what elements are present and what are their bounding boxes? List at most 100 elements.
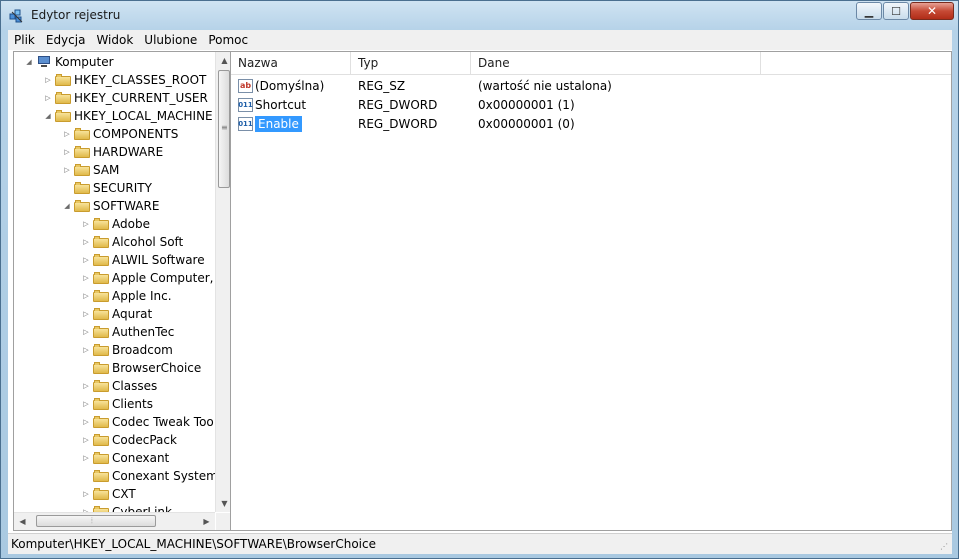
scroll-right-arrow-icon[interactable]: ▶ — [198, 513, 215, 530]
tree-item[interactable]: ◢ SOFTWARE — [62, 197, 159, 215]
tree-item[interactable]: Conexant Systems — [81, 467, 215, 485]
collapsed-arrow-icon[interactable]: ▷ — [81, 395, 91, 413]
tree-item[interactable]: ▷ Apple Computer, I — [81, 269, 215, 287]
collapsed-arrow-icon[interactable]: ▷ — [43, 71, 53, 89]
menu-help[interactable]: Pomoc — [202, 33, 253, 47]
values-list-pane[interactable]: Nazwa Typ Dane ab (Domyślna) REG_SZ (wartoś… — [230, 51, 952, 531]
collapsed-arrow-icon[interactable]: ▷ — [62, 143, 72, 161]
collapsed-arrow-icon[interactable]: ▷ — [62, 125, 72, 143]
tree-line — [62, 179, 72, 197]
tree-item[interactable]: ▷ Apple Inc. — [81, 287, 171, 305]
scroll-grip-icon: ⦙ — [91, 516, 93, 525]
computer-icon — [36, 55, 52, 69]
value-name-cell[interactable]: ab (Domyślna) — [238, 76, 324, 95]
menu-favorites[interactable]: Ulubione — [138, 33, 202, 47]
collapsed-arrow-icon[interactable]: ▷ — [81, 233, 91, 251]
collapsed-arrow-icon[interactable]: ▷ — [62, 161, 72, 179]
collapsed-arrow-icon[interactable]: ▷ — [81, 503, 91, 512]
folder-icon — [55, 92, 71, 104]
key-tree-pane[interactable]: ◢ Komputer ▷ HKEY_CLASSES_ROOT ▷ HKEY_CURRENT… — [13, 51, 234, 531]
collapsed-arrow-icon[interactable]: ▷ — [81, 377, 91, 395]
column-header-data[interactable]: Dane — [471, 52, 761, 74]
collapsed-arrow-icon[interactable]: ▷ — [81, 287, 91, 305]
tree-item[interactable]: ▷ CyberLink — [81, 503, 172, 512]
collapsed-arrow-icon[interactable]: ▷ — [81, 305, 91, 323]
value-name-cell[interactable]: 011 Enable — [238, 114, 302, 133]
menu-file[interactable]: Plik — [8, 33, 40, 47]
title-bar[interactable]: Edytor rejestru ▁ ☐ ✕ — [1, 1, 958, 31]
tree-item-label: Clients — [112, 397, 153, 411]
collapsed-arrow-icon[interactable]: ▷ — [81, 413, 91, 431]
expanded-arrow-icon[interactable]: ◢ — [24, 53, 34, 71]
tree-item[interactable]: ▷ SAM — [62, 161, 119, 179]
value-row[interactable]: 011 Shortcut REG_DWORD 0x00000001 (1) — [231, 95, 951, 114]
collapsed-arrow-icon[interactable]: ▷ — [81, 431, 91, 449]
tree-item-label: Adobe — [112, 217, 150, 231]
tree-horizontal-scrollbar[interactable]: ◀ ⦙ ▶ — [14, 512, 215, 530]
expanded-arrow-icon[interactable]: ◢ — [43, 107, 53, 125]
folder-icon — [93, 254, 109, 266]
tree-item-label: SOFTWARE — [93, 199, 160, 213]
collapsed-arrow-icon[interactable]: ▷ — [81, 485, 91, 503]
menu-edit[interactable]: Edycja — [40, 33, 91, 47]
tree-item[interactable]: ▷ HKEY_CLASSES_ROOT — [43, 71, 206, 89]
collapsed-arrow-icon[interactable]: ▷ — [81, 341, 91, 359]
folder-icon — [93, 272, 109, 284]
tree-item[interactable]: ▷ AuthenTec — [81, 323, 174, 341]
tree-item-label: Conexant — [112, 451, 170, 465]
collapsed-arrow-icon[interactable]: ▷ — [81, 269, 91, 287]
tree-item[interactable]: ◢ HKEY_LOCAL_MACHINE — [43, 107, 213, 125]
client-area: ◢ Komputer ▷ HKEY_CLASSES_ROOT ▷ HKEY_CURRENT… — [8, 50, 952, 533]
collapsed-arrow-icon[interactable]: ▷ — [43, 89, 53, 107]
menu-view[interactable]: Widok — [90, 33, 138, 47]
tree-item-label: HKEY_LOCAL_MACHINE — [74, 109, 213, 123]
tree-item[interactable]: SECURITY — [62, 179, 152, 197]
maximize-button[interactable]: ☐ — [883, 2, 909, 20]
collapsed-arrow-icon[interactable]: ▷ — [81, 449, 91, 467]
tree-item[interactable]: ▷ Aqurat — [81, 305, 152, 323]
scroll-left-arrow-icon[interactable]: ◀ — [14, 513, 31, 530]
column-header-name[interactable]: Nazwa — [231, 52, 351, 74]
resize-grip-icon[interactable]: ⋰ — [940, 542, 950, 552]
tree-item[interactable]: ▷ CodecPack — [81, 431, 177, 449]
tree-item[interactable]: ▷ HKEY_CURRENT_USER — [43, 89, 208, 107]
tree-item-label: BrowserChoice — [112, 361, 202, 375]
collapsed-arrow-icon[interactable]: ▷ — [81, 323, 91, 341]
tree-item[interactable]: ▷ Adobe — [81, 215, 150, 233]
value-name: Shortcut — [255, 97, 307, 112]
value-row[interactable]: 011 Enable REG_DWORD 0x00000001 (0) — [231, 114, 951, 133]
value-data-cell: 0x00000001 (1) — [478, 97, 575, 112]
value-name-cell[interactable]: 011 Shortcut — [238, 95, 306, 114]
tree-item[interactable]: ▷ Clients — [81, 395, 153, 413]
value-row[interactable]: ab (Domyślna) REG_SZ (wartość nie ustalona) — [231, 76, 951, 95]
tree-item[interactable]: ▷ Codec Tweak Too — [81, 413, 213, 431]
maximize-icon: ☐ — [891, 4, 901, 18]
folder-icon — [55, 74, 71, 86]
close-button[interactable]: ✕ — [910, 2, 954, 20]
registry-editor-window: Edytor rejestru ▁ ☐ ✕ Plik Edycja Widok … — [0, 0, 959, 559]
tree-item-label: SAM — [93, 163, 120, 177]
tree-item[interactable]: ▷ COMPONENTS — [62, 125, 178, 143]
tree-item-label: Apple Computer, I — [112, 271, 215, 285]
tree-item-label: CodecPack — [112, 433, 177, 447]
tree-item[interactable]: ▷ ALWIL Software — [81, 251, 204, 269]
tree-item[interactable]: ▷ HARDWARE — [62, 143, 163, 161]
tree-item[interactable]: BrowserChoice — [81, 359, 201, 377]
tree-vertical-scroll-thumb[interactable]: ≡ — [218, 70, 230, 188]
expanded-arrow-icon[interactable]: ◢ — [62, 197, 72, 215]
tree-item[interactable]: ▷ Classes — [81, 377, 157, 395]
tree-item-label: Classes — [112, 379, 158, 393]
menu-bar: Plik Edycja Widok Ulubione Pomoc — [8, 30, 952, 50]
tree-item[interactable]: ▷ CXT — [81, 485, 135, 503]
minimize-button[interactable]: ▁ — [856, 2, 882, 20]
tree-item[interactable]: ▷ Conexant — [81, 449, 169, 467]
tree-item[interactable]: ▷ Broadcom — [81, 341, 173, 359]
folder-icon — [55, 110, 71, 122]
tree-item[interactable]: ◢ Komputer — [24, 53, 113, 71]
column-header-type[interactable]: Typ — [351, 52, 471, 74]
collapsed-arrow-icon[interactable]: ▷ — [81, 251, 91, 269]
tree-item[interactable]: ▷ Alcohol Soft — [81, 233, 183, 251]
tree-horizontal-scroll-thumb[interactable]: ⦙ — [36, 515, 156, 527]
collapsed-arrow-icon[interactable]: ▷ — [81, 215, 91, 233]
tree-item-label: CyberLink — [112, 505, 172, 512]
